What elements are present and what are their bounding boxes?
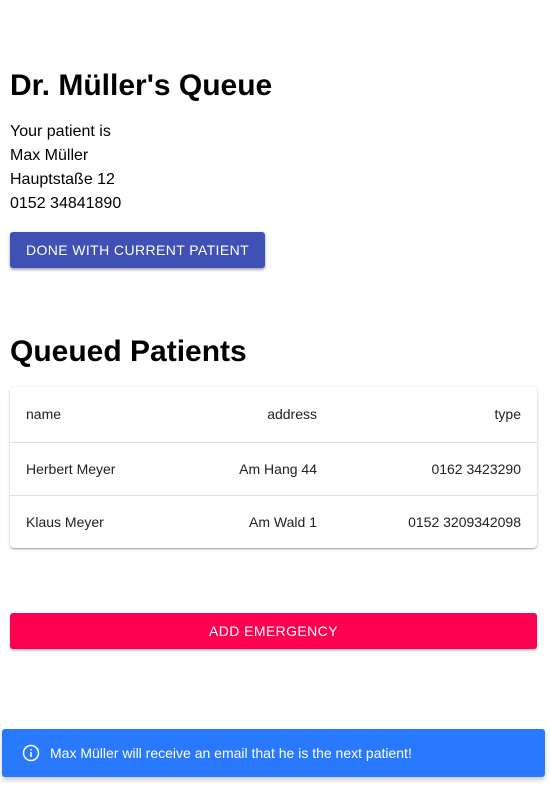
patients-table: name address type Herbert Meyer Am Hang … <box>10 387 537 548</box>
queued-patients-table: name address type Herbert Meyer Am Hang … <box>10 387 537 548</box>
add-emergency-button[interactable]: ADD EMERGENCY <box>10 613 537 649</box>
table-body: Herbert Meyer Am Hang 44 0162 3423290 Kl… <box>10 442 537 548</box>
table-header-row: name address type <box>10 387 537 443</box>
table-header: name address type <box>10 387 537 443</box>
column-header-type[interactable]: type <box>317 387 537 443</box>
column-header-name[interactable]: name <box>10 387 160 443</box>
page: Dr. Müller's Queue Your patient is Max M… <box>0 0 550 790</box>
done-with-patient-button[interactable]: DONE WITH CURRENT PATIENT <box>10 232 265 268</box>
patient-phone: 0152 34841890 <box>10 195 122 212</box>
info-icon <box>22 744 40 762</box>
page-title: Dr. Müller's Queue <box>10 69 273 102</box>
cell-type: 0162 3423290 <box>317 442 537 496</box>
queued-patients-title: Queued Patients <box>10 335 247 368</box>
notification-message: Max Müller will receive an email that he… <box>50 745 412 761</box>
cell-type: 0152 3209342098 <box>408 513 521 530</box>
cell-name: Herbert Meyer <box>10 442 160 496</box>
cell-name: Klaus Meyer <box>26 513 104 530</box>
cell-address: Am Wald 1 <box>249 513 317 530</box>
cell-address: Am Hang 44 <box>160 442 317 496</box>
patient-name: Max Müller <box>10 147 89 164</box>
table-row[interactable]: Herbert Meyer Am Hang 44 0162 3423290 <box>10 442 537 496</box>
patient-intro: Your patient is <box>10 123 111 140</box>
table-row[interactable]: Klaus Meyer Am Wald 1 0152 3209342098 <box>10 495 537 548</box>
patient-address: Hauptstaße 12 <box>10 171 115 188</box>
current-patient-info: Your patient is Max Müller Hauptstaße 12… <box>10 120 121 216</box>
column-header-address[interactable]: address <box>160 387 317 443</box>
notification-snackbar: Max Müller will receive an email that he… <box>2 729 545 777</box>
